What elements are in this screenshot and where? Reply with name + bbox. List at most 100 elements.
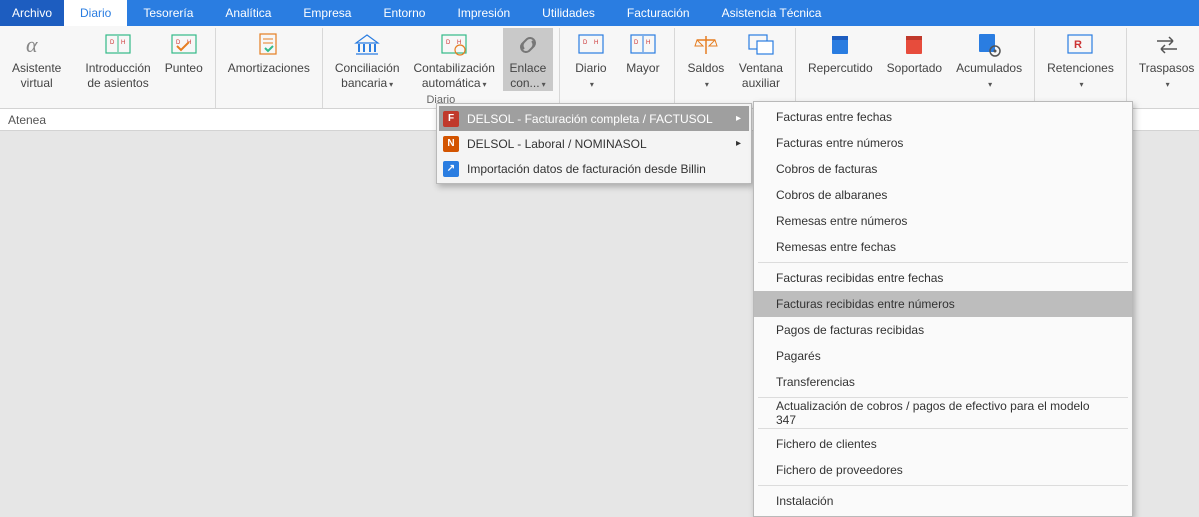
ventana-auxiliar-button[interactable]: Ventanaauxiliar	[733, 28, 789, 91]
menu-item-fichero-proveedores[interactable]: Fichero de proveedores	[754, 457, 1132, 483]
label: Diario	[575, 61, 606, 75]
menu-item-recibidas-numeros[interactable]: Facturas recibidas entre números	[754, 291, 1132, 317]
mayor-button[interactable]: DH Mayor	[618, 28, 668, 91]
tab-analitica[interactable]: Analítica	[209, 0, 287, 26]
ledger-entry-icon: DH	[105, 31, 131, 59]
retenciones-icon: R	[1067, 31, 1093, 59]
label: Saldos	[688, 61, 725, 75]
label: Conciliación	[335, 61, 400, 75]
menu-item-billin[interactable]: ↗ Importación datos de facturación desde…	[439, 156, 749, 181]
tab-archivo[interactable]: Archivo	[0, 0, 64, 26]
link-icon	[515, 31, 541, 59]
separator	[758, 485, 1128, 486]
label: Retenciones	[1047, 61, 1114, 75]
menu-item-remesas-numeros[interactable]: Remesas entre números	[754, 208, 1132, 234]
menu-item-facturas-numeros[interactable]: Facturas entre números	[754, 130, 1132, 156]
label: Traspasos	[1139, 61, 1195, 75]
asistente-virtual-button[interactable]: α Asistentevirtual	[6, 28, 67, 91]
introduccion-asientos-button[interactable]: DH Introducciónde asientos	[79, 28, 156, 91]
retenciones-button[interactable]: R Retenciones	[1041, 28, 1120, 91]
chevron-down-icon	[703, 76, 709, 90]
menu-item-cobros-albaranes[interactable]: Cobros de albaranes	[754, 182, 1132, 208]
tab-impresion[interactable]: Impresión	[441, 0, 526, 26]
diario-icon: DH	[578, 31, 604, 59]
factusol-submenu: Facturas entre fechas Facturas entre núm…	[753, 101, 1133, 517]
label: automática	[422, 76, 487, 90]
menu-item-remesas-fechas[interactable]: Remesas entre fechas	[754, 234, 1132, 260]
menu-item-instalacion[interactable]: Instalación	[754, 488, 1132, 514]
billin-icon: ↗	[443, 161, 459, 177]
tab-empresa[interactable]: Empresa	[287, 0, 367, 26]
book-red-icon	[902, 31, 926, 59]
label: de asientos	[87, 76, 148, 90]
svg-text:α: α	[26, 32, 38, 57]
punteo-button[interactable]: DH Punteo	[159, 28, 209, 91]
separator	[758, 428, 1128, 429]
menu-item-fichero-clientes[interactable]: Fichero de clientes	[754, 431, 1132, 457]
diario-button[interactable]: DH Diario	[566, 28, 616, 91]
factusol-icon: F	[443, 111, 459, 127]
document-check-icon	[257, 31, 281, 59]
label: DELSOL - Laboral / NOMINASOL	[467, 137, 647, 151]
soportado-button[interactable]: Soportado	[881, 28, 948, 91]
punteo-icon: DH	[171, 31, 197, 59]
separator	[758, 262, 1128, 263]
nominasol-icon: N	[443, 136, 459, 152]
menu-item-nominasol[interactable]: N DELSOL - Laboral / NOMINASOL ▸	[439, 131, 749, 156]
tab-asistencia[interactable]: Asistencia Técnica	[706, 0, 838, 26]
acumulados-button[interactable]: Acumulados	[950, 28, 1028, 91]
label: Asistente	[12, 61, 61, 75]
menu-item-cobros-facturas[interactable]: Cobros de facturas	[754, 156, 1132, 182]
chevron-down-icon	[1077, 76, 1083, 90]
label: Enlace	[510, 61, 547, 75]
svg-text:D: D	[110, 40, 115, 46]
tab-diario[interactable]: Diario	[64, 0, 127, 26]
label: Amortizaciones	[228, 61, 310, 75]
ribbon: α Asistentevirtual DH Introducciónde asi…	[0, 26, 1199, 109]
contabilizacion-automatica-button[interactable]: DH Contabilizaciónautomática	[408, 28, 501, 91]
menu-item-pagares[interactable]: Pagarés	[754, 343, 1132, 369]
saldos-button[interactable]: Saldos	[681, 28, 731, 91]
chevron-down-icon	[1164, 76, 1170, 90]
amortizaciones-button[interactable]: Amortizaciones	[222, 28, 316, 91]
label: Acumulados	[956, 61, 1022, 75]
book-blue-icon	[828, 31, 852, 59]
menu-item-actualizacion-347[interactable]: Actualización de cobros / pagos de efect…	[754, 400, 1132, 426]
separator	[758, 397, 1128, 398]
label: virtual	[21, 76, 53, 90]
label: Mayor	[626, 61, 659, 75]
info-left: Atenea	[0, 113, 440, 127]
label: con...	[510, 76, 545, 90]
tab-utilidades[interactable]: Utilidades	[526, 0, 611, 26]
menu-tabs: Archivo Diario Tesorería Analítica Empre…	[0, 0, 1199, 26]
alpha-icon: α	[24, 31, 50, 59]
menu-item-facturas-fechas[interactable]: Facturas entre fechas	[754, 104, 1132, 130]
label: Ventana	[739, 61, 783, 75]
label: bancaria	[341, 76, 393, 90]
tab-entorno[interactable]: Entorno	[367, 0, 441, 26]
enlace-dropdown: F DELSOL - Facturación completa / FACTUS…	[436, 103, 752, 184]
submenu-arrow-icon: ▸	[736, 113, 741, 124]
tab-tesoreria[interactable]: Tesorería	[127, 0, 209, 26]
svg-text:H: H	[646, 40, 650, 46]
enlace-con-button[interactable]: Enlacecon...	[503, 28, 553, 91]
svg-text:D: D	[583, 40, 588, 46]
book-gear-icon	[976, 31, 1002, 59]
aux-window-icon	[748, 31, 774, 59]
label: Repercutido	[808, 61, 873, 75]
repercutido-button[interactable]: Repercutido	[802, 28, 879, 91]
tab-facturacion[interactable]: Facturación	[611, 0, 706, 26]
conciliacion-bancaria-button[interactable]: Conciliaciónbancaria	[329, 28, 406, 91]
chevron-down-icon	[986, 76, 992, 90]
menu-item-transferencias[interactable]: Transferencias	[754, 369, 1132, 395]
traspasos-button[interactable]: Traspasos	[1133, 28, 1199, 91]
svg-text:D: D	[446, 40, 451, 46]
chevron-down-icon	[588, 76, 594, 90]
label: auxiliar	[742, 76, 780, 90]
label: DELSOL - Facturación completa / FACTUSOL	[467, 112, 713, 126]
menu-item-pagos-recibidas[interactable]: Pagos de facturas recibidas	[754, 317, 1132, 343]
menu-item-recibidas-fechas[interactable]: Facturas recibidas entre fechas	[754, 265, 1132, 291]
label: Soportado	[887, 61, 942, 75]
menu-item-factusol[interactable]: F DELSOL - Facturación completa / FACTUS…	[439, 106, 749, 131]
svg-text:R: R	[1074, 39, 1082, 51]
